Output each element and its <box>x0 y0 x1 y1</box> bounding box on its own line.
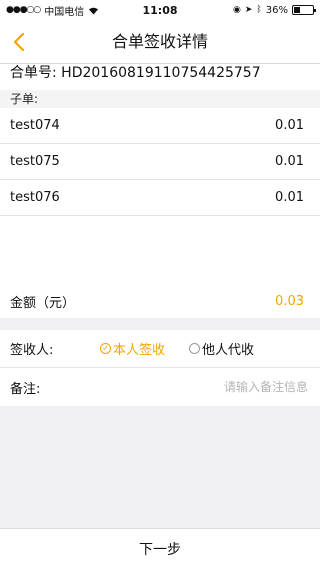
order-number-row: 合单号: HD20160819110754425757 <box>0 64 320 90</box>
check-circle-icon: ✓ <box>100 343 111 354</box>
bluetooth-icon: ᛒ <box>256 5 262 15</box>
carrier-label: 中国电信 <box>44 6 85 18</box>
receiver-row: 签收人: ✓ 本人签收 他人代收 <box>0 330 320 368</box>
sub-order-name: test076 <box>10 190 60 205</box>
sub-order-amount: 0.01 <box>275 118 304 133</box>
wifi-icon <box>89 7 99 14</box>
location-icon: ➤ <box>244 5 253 15</box>
battery-icon <box>292 5 316 15</box>
remark-label: 备注: <box>10 381 41 397</box>
radio-proxy-sign-label: 他人代收 <box>202 343 255 358</box>
receiver-label: 签收人: <box>10 343 54 358</box>
order-number-value: HD20160819110754425757 <box>61 65 261 81</box>
remark-row: 备注: <box>0 368 320 406</box>
sub-order-item: test076 0.01 <box>0 180 320 216</box>
status-right: ◉ ➤ ᛒ 36% <box>232 4 316 16</box>
radio-self-sign[interactable]: ✓ 本人签收 <box>100 339 165 358</box>
next-button[interactable]: 下一步 <box>0 528 320 568</box>
sub-order-item: test074 0.01 <box>0 108 320 144</box>
sub-order-header: 子单: <box>0 90 320 108</box>
radio-proxy-sign[interactable]: 他人代收 <box>189 339 254 358</box>
empty-circle-icon <box>189 343 201 354</box>
sub-order-name: test074 <box>10 118 60 133</box>
sub-order-name: test075 <box>10 154 60 169</box>
amount-value: 0.03 <box>275 293 304 309</box>
page-title: 合单签收详情 <box>111 32 208 51</box>
sub-order-item: test075 0.01 <box>0 144 320 180</box>
chevron-left-icon <box>13 32 25 52</box>
status-bar: ●●●○○ 中国电信 11:08 ◉ ➤ ᛒ 36% <box>0 0 320 20</box>
sub-order-list: test074 0.01 test075 0.01 test076 0.01 <box>0 108 320 284</box>
back-button[interactable] <box>4 27 34 57</box>
sub-order-amount: 0.01 <box>275 190 304 205</box>
remark-input[interactable] <box>80 379 320 395</box>
status-left: ●●●○○ 中国电信 <box>6 3 99 18</box>
battery-percent: 36% <box>265 4 288 16</box>
amount-label: 金额（元） <box>10 295 76 311</box>
lock-rotation-icon: ◉ <box>232 5 241 15</box>
nav-bar: 合单签收详情 <box>0 20 320 64</box>
radio-self-sign-label: 本人签收 <box>113 343 166 358</box>
order-number-label: 合单号: <box>10 65 57 81</box>
battery-fill <box>294 7 301 13</box>
amount-row: 金额（元） 0.03 <box>0 284 320 318</box>
signal-icon: ●●●○○ <box>6 5 41 15</box>
sub-order-amount: 0.01 <box>275 154 304 169</box>
